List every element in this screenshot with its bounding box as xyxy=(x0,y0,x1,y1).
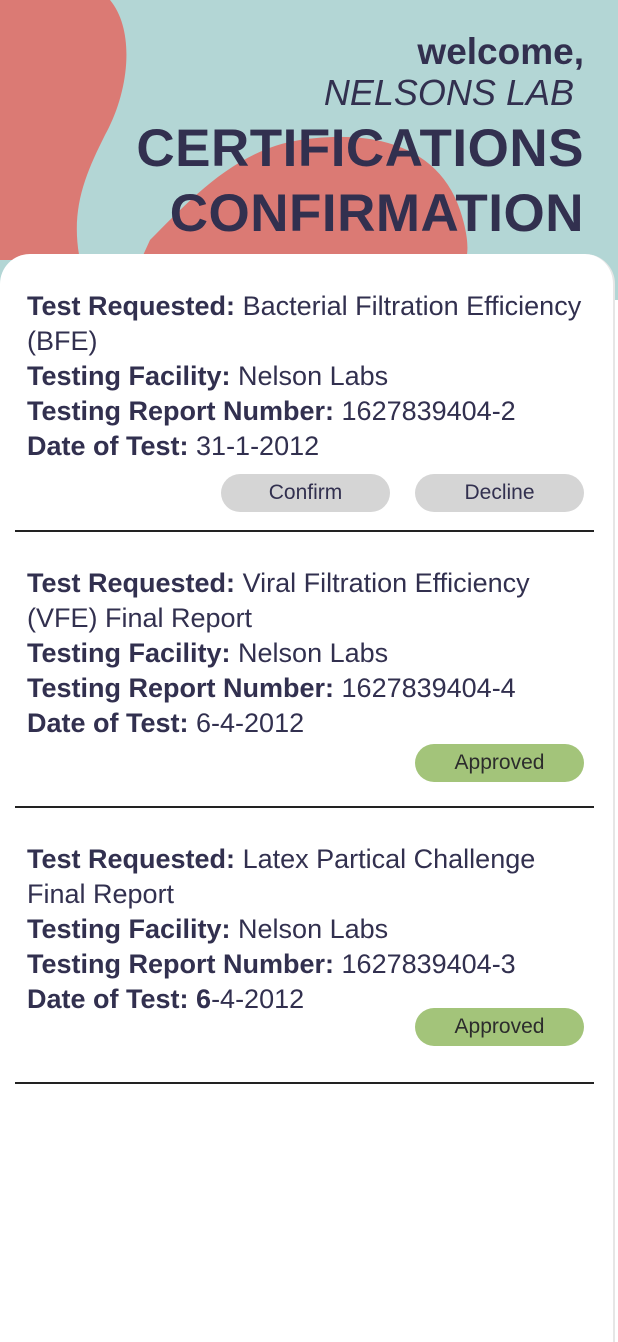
certification-actions: Approved xyxy=(415,744,584,782)
date-value: 6-4-2012 xyxy=(196,708,305,738)
date-line: Date of Test: 31-1-2012 xyxy=(27,429,582,464)
report-number-value: 1627839404-4 xyxy=(341,673,516,703)
testing-facility-value: Nelson Labs xyxy=(238,638,389,668)
testing-facility-line: Testing Facility: Nelson Labs xyxy=(27,912,582,947)
testing-facility-label: Testing Facility: xyxy=(27,914,231,944)
date-value: 31-1-2012 xyxy=(196,431,320,461)
report-number-line: Testing Report Number: 1627839404-2 xyxy=(27,394,582,429)
certification-item: Test Requested: Latex Partical Challenge… xyxy=(15,808,594,1084)
certification-actions: Confirm Decline xyxy=(221,474,584,512)
approved-status-badge: Approved xyxy=(415,744,584,782)
approved-status-badge: Approved xyxy=(415,1008,584,1046)
date-value: -4-2012 xyxy=(211,984,305,1014)
page-title-line1: CERTIFICATIONS xyxy=(136,119,584,178)
test-requested-line: Test Requested: Viral Filtration Efficie… xyxy=(27,566,582,636)
report-number-line: Testing Report Number: 1627839404-4 xyxy=(27,671,582,706)
certification-details: Test Requested: Viral Filtration Efficie… xyxy=(15,532,594,741)
testing-facility-line: Testing Facility: Nelson Labs xyxy=(27,359,582,394)
test-requested-label: Test Requested: xyxy=(27,568,236,598)
report-number-label: Testing Report Number: xyxy=(27,396,335,426)
testing-facility-label: Testing Facility: xyxy=(27,638,231,668)
certification-details: Test Requested: Latex Partical Challenge… xyxy=(15,808,594,1017)
test-requested-line: Test Requested: Bacterial Filtration Eff… xyxy=(27,289,582,359)
app-screen: welcome, NELSONS LAB CERTIFICATIONS CONF… xyxy=(0,0,618,1342)
certification-actions: Approved xyxy=(415,1008,584,1046)
certification-item: Test Requested: Viral Filtration Efficie… xyxy=(15,532,594,808)
lab-name: NELSONS LAB xyxy=(323,72,574,113)
page-title-line2: CONFIRMATION xyxy=(169,184,584,243)
date-line: Date of Test: 6-4-2012 xyxy=(27,706,582,741)
report-number-value: 1627839404-2 xyxy=(341,396,516,426)
report-number-label: Testing Report Number: xyxy=(27,949,335,979)
report-number-line: Testing Report Number: 1627839404-3 xyxy=(27,947,582,982)
date-label: Date of Test: xyxy=(27,708,189,738)
test-requested-label: Test Requested: xyxy=(27,291,236,321)
testing-facility-line: Testing Facility: Nelson Labs xyxy=(27,636,582,671)
certification-details: Test Requested: Bacterial Filtration Eff… xyxy=(15,254,594,464)
confirm-button[interactable]: Confirm xyxy=(221,474,390,512)
date-value-bold-part: 6 xyxy=(196,984,212,1014)
report-number-label: Testing Report Number: xyxy=(27,673,335,703)
testing-facility-value: Nelson Labs xyxy=(238,361,389,391)
date-label: Date of Test: xyxy=(27,984,189,1014)
certifications-card: Test Requested: Bacterial Filtration Eff… xyxy=(0,254,615,1342)
testing-facility-value: Nelson Labs xyxy=(238,914,389,944)
report-number-value: 1627839404-3 xyxy=(341,949,516,979)
testing-facility-label: Testing Facility: xyxy=(27,361,231,391)
certification-item: Test Requested: Bacterial Filtration Eff… xyxy=(15,254,594,532)
test-requested-line: Test Requested: Latex Partical Challenge… xyxy=(27,842,582,912)
test-requested-label: Test Requested: xyxy=(27,844,236,874)
date-label: Date of Test: xyxy=(27,431,189,461)
welcome-text: welcome, xyxy=(417,31,584,72)
decline-button[interactable]: Decline xyxy=(415,474,584,512)
header-text: welcome, NELSONS LAB CERTIFICATIONS CONF… xyxy=(136,30,584,246)
